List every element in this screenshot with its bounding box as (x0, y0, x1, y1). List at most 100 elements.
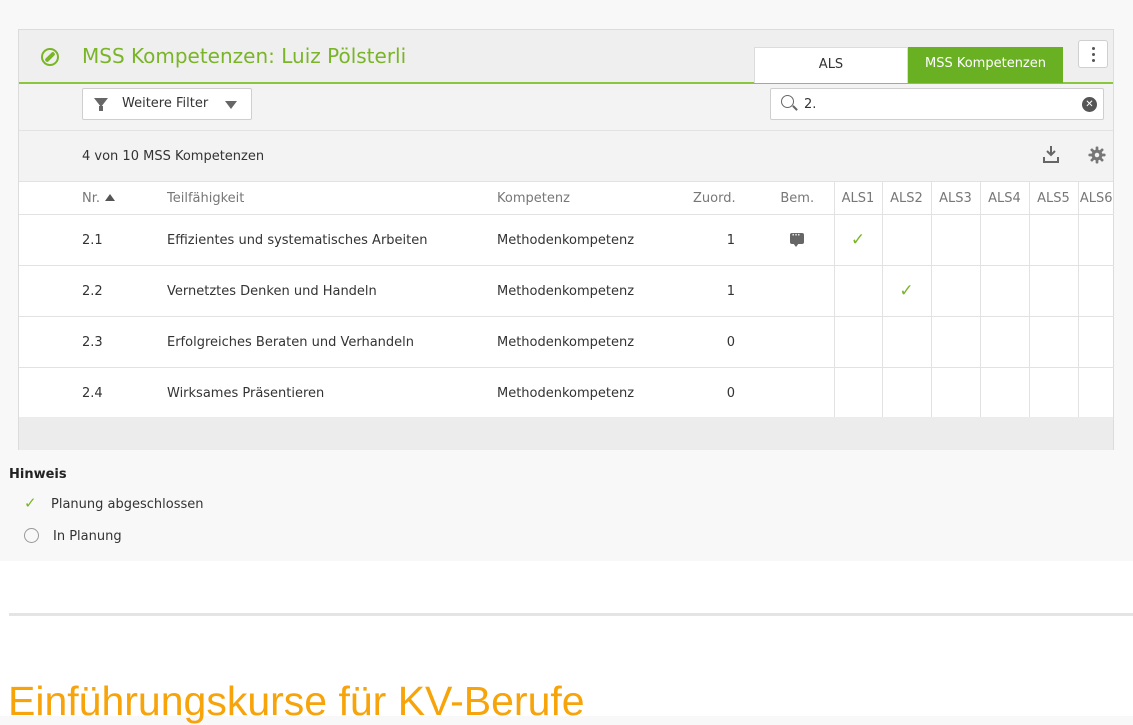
cell-als5 (1028, 367, 1078, 419)
tab-als[interactable]: ALS (754, 47, 908, 83)
column-header-bem[interactable]: Bem. (761, 182, 834, 215)
cell-kompetenz: Methodenkompetenz (497, 214, 693, 266)
compass-icon (41, 48, 59, 66)
cell-als1 (833, 367, 882, 419)
cell-als1: ✓ (833, 214, 882, 266)
cell-nr: 2.3 (19, 316, 167, 368)
cell-als3 (930, 367, 980, 419)
cell-als4 (979, 367, 1029, 419)
cell-als6 (1077, 214, 1114, 266)
cell-nr: 2.2 (19, 265, 167, 317)
cell-kompetenz: Methodenkompetenz (497, 367, 693, 419)
legend-title: Hinweis (9, 467, 67, 482)
cell-als6 (1077, 265, 1114, 317)
column-header-als2[interactable]: ALS2 (881, 182, 931, 215)
caret-down-icon (225, 101, 237, 109)
cell-als3 (930, 316, 980, 368)
table-header-row: Nr. Teilfähigkeit Kompetenz Zuord. Bem. … (19, 182, 1114, 215)
export-icon[interactable] (1042, 145, 1060, 165)
cell-als1 (833, 265, 882, 317)
cell-als2 (881, 367, 931, 419)
cell-als2: ✓ (881, 265, 931, 317)
list-toolbar: 4 von 10 MSS Kompetenzen (19, 131, 1113, 182)
search-icon (781, 95, 794, 108)
kebab-dot-icon (1092, 59, 1095, 62)
mss-kompetenzen-panel: MSS Kompetenzen: Luiz Pölsterli ALS MSS … (18, 29, 1114, 450)
cell-nr: 2.4 (19, 367, 167, 419)
column-header-nr[interactable]: Nr. (19, 182, 167, 215)
filter-bar: Weitere Filter ✕ (19, 84, 1113, 131)
table-row[interactable]: 2.2 Vernetztes Denken und Handeln Method… (19, 265, 1114, 317)
cell-als2 (881, 214, 931, 266)
column-header-als6[interactable]: ALS6 (1077, 182, 1114, 215)
cell-als6 (1077, 316, 1114, 368)
kebab-dot-icon (1092, 47, 1095, 50)
cell-bem (761, 316, 834, 368)
funnel-icon (94, 98, 108, 111)
check-icon: ✓ (899, 281, 914, 301)
column-header-zuord[interactable]: Zuord. (693, 182, 761, 215)
cell-als4 (979, 265, 1029, 317)
cell-bem (761, 265, 834, 317)
tab-mss-kompetenzen[interactable]: MSS Kompetenzen (908, 47, 1063, 83)
panel-title: MSS Kompetenzen: Luiz Pölsterli (82, 44, 407, 68)
legend-label: In Planung (53, 529, 122, 544)
legend-label: Planung abgeschlossen (51, 497, 204, 512)
panel-footer (19, 417, 1113, 450)
legend-item-in-planung: In Planung (24, 528, 122, 544)
check-icon: ✓ (850, 230, 866, 250)
cell-als6 (1077, 367, 1114, 419)
cell-zuord: 1 (693, 214, 761, 266)
more-menu-button[interactable] (1078, 40, 1108, 68)
gear-icon[interactable] (1088, 146, 1106, 164)
result-count: 4 von 10 MSS Kompetenzen (82, 149, 265, 164)
cell-als5 (1028, 214, 1078, 266)
cell-als5 (1028, 265, 1078, 317)
column-header-als1[interactable]: ALS1 (833, 182, 882, 215)
cell-als3 (930, 214, 980, 266)
comment-icon[interactable] (790, 228, 805, 247)
cell-bem (761, 214, 834, 266)
kompetenzen-table: Nr. Teilfähigkeit Kompetenz Zuord. Bem. … (19, 182, 1114, 419)
section-divider (9, 613, 1133, 616)
clear-search-icon[interactable]: ✕ (1082, 97, 1097, 112)
cell-teilfaehigkeit: Wirksames Präsentieren (167, 367, 497, 419)
section-title: Einführungskurse für KV-Berufe (8, 678, 585, 724)
cell-zuord: 0 (693, 316, 761, 368)
circle-icon (24, 528, 39, 543)
filter-button-label: Weitere Filter (122, 96, 209, 111)
cell-als2 (881, 316, 931, 368)
cell-teilfaehigkeit: Vernetztes Denken und Handeln (167, 265, 497, 317)
search-box: ✕ (770, 88, 1104, 120)
sort-ascending-icon (105, 193, 116, 201)
cell-teilfaehigkeit: Effizientes und systematisches Arbeiten (167, 214, 497, 266)
column-header-als3[interactable]: ALS3 (930, 182, 980, 215)
cell-teilfaehigkeit: Erfolgreiches Beraten und Verhandeln (167, 316, 497, 368)
weitere-filter-button[interactable]: Weitere Filter (82, 88, 252, 120)
table-row[interactable]: 2.1 Effizientes und systematisches Arbei… (19, 214, 1114, 266)
search-input[interactable] (804, 93, 1064, 115)
cell-kompetenz: Methodenkompetenz (497, 316, 693, 368)
check-icon: ✓ (24, 494, 37, 512)
cell-bem (761, 367, 834, 419)
cell-als1 (833, 316, 882, 368)
cell-als4 (979, 214, 1029, 266)
lower-area: Einführungskurse für KV-Berufe (0, 561, 1133, 724)
cell-kompetenz: Methodenkompetenz (497, 265, 693, 317)
cell-zuord: 0 (693, 367, 761, 419)
cell-zuord: 1 (693, 265, 761, 317)
table-row[interactable]: 2.4 Wirksames Präsentieren Methodenkompe… (19, 367, 1114, 419)
legend-item-abgeschlossen: ✓ Planung abgeschlossen (24, 494, 204, 512)
kebab-dot-icon (1092, 53, 1095, 56)
cell-als3 (930, 265, 980, 317)
column-header-als4[interactable]: ALS4 (979, 182, 1029, 215)
cell-als4 (979, 316, 1029, 368)
column-header-teilfaehigkeit[interactable]: Teilfähigkeit (167, 182, 497, 215)
column-header-kompetenz[interactable]: Kompetenz (497, 182, 693, 215)
cell-als5 (1028, 316, 1078, 368)
table-row[interactable]: 2.3 Erfolgreiches Beraten und Verhandeln… (19, 316, 1114, 368)
cell-nr: 2.1 (19, 214, 167, 266)
column-header-als5[interactable]: ALS5 (1028, 182, 1078, 215)
table-body: 2.1 Effizientes und systematisches Arbei… (19, 214, 1114, 419)
panel-header: MSS Kompetenzen: Luiz Pölsterli ALS MSS … (19, 30, 1113, 84)
